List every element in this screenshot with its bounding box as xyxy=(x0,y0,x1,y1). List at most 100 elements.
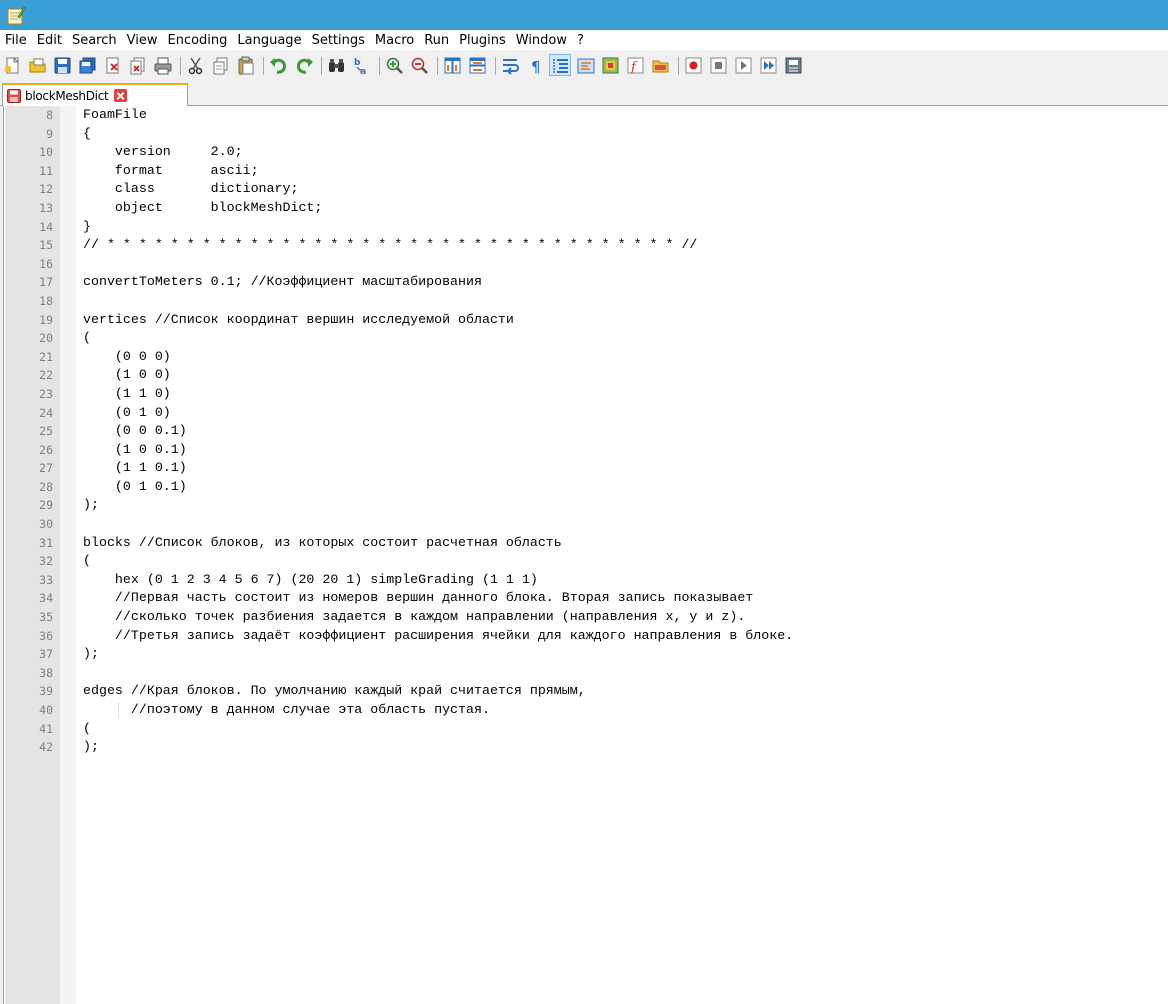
editor[interactable]: 8 FoamFile 9{10 version 2.0; 11 format asci… xyxy=(0,106,1168,1004)
close-all-icon[interactable] xyxy=(127,55,147,75)
user-defined-language-icon[interactable] xyxy=(575,55,595,75)
code-line[interactable]: 8 FoamFile xyxy=(0,106,1168,125)
code-line[interactable]: 9{ xyxy=(0,125,1168,144)
line-text: ( xyxy=(83,553,91,569)
new-file-icon[interactable] xyxy=(2,55,22,75)
paste-icon[interactable] xyxy=(235,55,255,75)
print-icon[interactable] xyxy=(152,55,172,75)
code-line[interactable]: 29); xyxy=(0,496,1168,515)
code-line[interactable]: 21 (0 0 0) xyxy=(0,348,1168,367)
toolbar-separator xyxy=(379,57,380,75)
code-line[interactable]: 10 version 2.0; xyxy=(0,143,1168,162)
zoom-out-icon[interactable] xyxy=(409,55,429,75)
code-line[interactable]: 38 xyxy=(0,664,1168,683)
code-line[interactable]: 18 xyxy=(0,292,1168,311)
record-macro-icon[interactable] xyxy=(683,55,703,75)
menu-language[interactable]: Language xyxy=(232,33,306,48)
line-number: 29 xyxy=(39,498,53,513)
code-line[interactable]: 16 xyxy=(0,255,1168,274)
code-line[interactable]: 34 //Первая часть состоит из номеров вер… xyxy=(0,589,1168,608)
menu-edit[interactable]: Edit xyxy=(32,33,67,48)
tab-label: blockMeshDict xyxy=(25,88,109,103)
function-list-icon[interactable]: f xyxy=(625,55,645,75)
code-line[interactable]: 12 class dictionary; xyxy=(0,180,1168,199)
menu-window[interactable]: Window xyxy=(511,33,572,48)
svg-text:¶: ¶ xyxy=(531,58,541,75)
code-line[interactable]: 11 format ascii; xyxy=(0,162,1168,181)
redo-icon[interactable] xyxy=(293,55,313,75)
line-text: ( xyxy=(83,330,91,346)
save-icon[interactable] xyxy=(52,55,72,75)
code-line[interactable]: 36 //Третья запись задаёт коэффициент ра… xyxy=(0,627,1168,646)
line-text: object blockMeshDict; xyxy=(83,199,323,215)
sync-vertical-icon[interactable] xyxy=(442,55,462,75)
run-macro-multiple-icon[interactable] xyxy=(758,55,778,75)
undo-icon[interactable] xyxy=(268,55,288,75)
line-number: 38 xyxy=(39,665,53,680)
code-line[interactable]: 14} xyxy=(0,218,1168,237)
code-line[interactable]: 15 // * * * * * * * * * * * * * * * * * *… xyxy=(0,236,1168,255)
toolbar-separator xyxy=(437,57,438,75)
indent-guide-icon[interactable] xyxy=(549,54,571,76)
close-icon[interactable] xyxy=(102,55,122,75)
code-line[interactable]: 33 hex (0 1 2 3 4 5 6 7) (20 20 1) simpl… xyxy=(0,571,1168,590)
code-line[interactable]: 41 ( xyxy=(0,720,1168,739)
save-macro-icon[interactable] xyxy=(783,55,803,75)
word-wrap-icon[interactable] xyxy=(500,55,520,75)
menu-macro[interactable]: Macro xyxy=(370,33,419,48)
document-map-icon[interactable] xyxy=(600,55,620,75)
line-number: 16 xyxy=(39,256,53,271)
stop-recording-icon[interactable] xyxy=(708,55,728,75)
menu-encoding[interactable]: Encoding xyxy=(162,33,232,48)
code-line[interactable]: 40 //поэтому в данном случае эта область… xyxy=(0,701,1168,720)
code-line[interactable]: 26 (1 0 0.1) xyxy=(0,441,1168,460)
close-tab-icon[interactable] xyxy=(114,89,128,102)
menu-search[interactable]: Search xyxy=(67,33,122,48)
line-text: ); xyxy=(83,739,99,755)
line-number: 36 xyxy=(39,628,53,643)
menu-file[interactable]: File xyxy=(0,33,32,48)
code-line[interactable]: 27 (1 1 0.1) xyxy=(0,459,1168,478)
find-icon[interactable] xyxy=(326,55,346,75)
code-line[interactable]: 17 convertToMeters 0.1; //Коэффициент мас… xyxy=(0,273,1168,292)
code-lines: 8 FoamFile 9{10 version 2.0; 11 format asci… xyxy=(0,106,1168,757)
line-number: 31 xyxy=(39,535,53,550)
replace-icon[interactable]: ba xyxy=(351,55,371,75)
folder-as-workspace-icon[interactable] xyxy=(650,55,670,75)
playback-macro-icon[interactable] xyxy=(733,55,753,75)
code-line[interactable]: 42); xyxy=(0,738,1168,757)
code-line[interactable]: 37); xyxy=(0,645,1168,664)
save-all-icon[interactable] xyxy=(77,55,97,75)
code-line[interactable]: 20 ( xyxy=(0,329,1168,348)
line-number: 14 xyxy=(39,219,53,234)
code-line[interactable]: 32 ( xyxy=(0,552,1168,571)
sync-horizontal-icon[interactable] xyxy=(467,55,487,75)
tab-blockmeshdict[interactable]: blockMeshDict xyxy=(2,83,188,106)
code-line[interactable]: 25 (0 0 0.1) xyxy=(0,422,1168,441)
code-line[interactable]: 23 (1 1 0) xyxy=(0,385,1168,404)
menu-plugins[interactable]: Plugins xyxy=(454,33,511,48)
cut-icon[interactable] xyxy=(185,55,205,75)
code-line[interactable]: 24 (0 1 0) xyxy=(0,404,1168,423)
line-text: blocks //Список блоков, из которых состо… xyxy=(83,534,562,550)
menu-run[interactable]: Run xyxy=(419,33,454,48)
line-number: 26 xyxy=(39,442,53,457)
show-all-characters-icon[interactable]: ¶ xyxy=(525,55,545,75)
line-number: 41 xyxy=(39,721,53,736)
zoom-in-icon[interactable] xyxy=(384,55,404,75)
code-line[interactable]: 35 //сколько точек разбиения задается в … xyxy=(0,608,1168,627)
line-number: 21 xyxy=(39,349,53,364)
code-line[interactable]: 31 blocks //Список блоков, из которых сос… xyxy=(0,534,1168,553)
menu-view[interactable]: View xyxy=(122,33,163,48)
code-line[interactable]: 22 (1 0 0) xyxy=(0,366,1168,385)
code-line[interactable]: 28 (0 1 0.1) xyxy=(0,478,1168,497)
open-file-icon[interactable] xyxy=(27,55,47,75)
code-line[interactable]: 13 object blockMeshDict; xyxy=(0,199,1168,218)
code-line[interactable]: 19 vertices //Список координат вершин исс… xyxy=(0,311,1168,330)
line-text: (0 1 0.1) xyxy=(83,478,187,494)
menu-help[interactable]: ? xyxy=(572,33,589,48)
code-line[interactable]: 30 xyxy=(0,515,1168,534)
code-line[interactable]: 39 edges //Края блоков. По умолчанию кажд… xyxy=(0,682,1168,701)
copy-icon[interactable] xyxy=(210,55,230,75)
menu-settings[interactable]: Settings xyxy=(307,33,370,48)
